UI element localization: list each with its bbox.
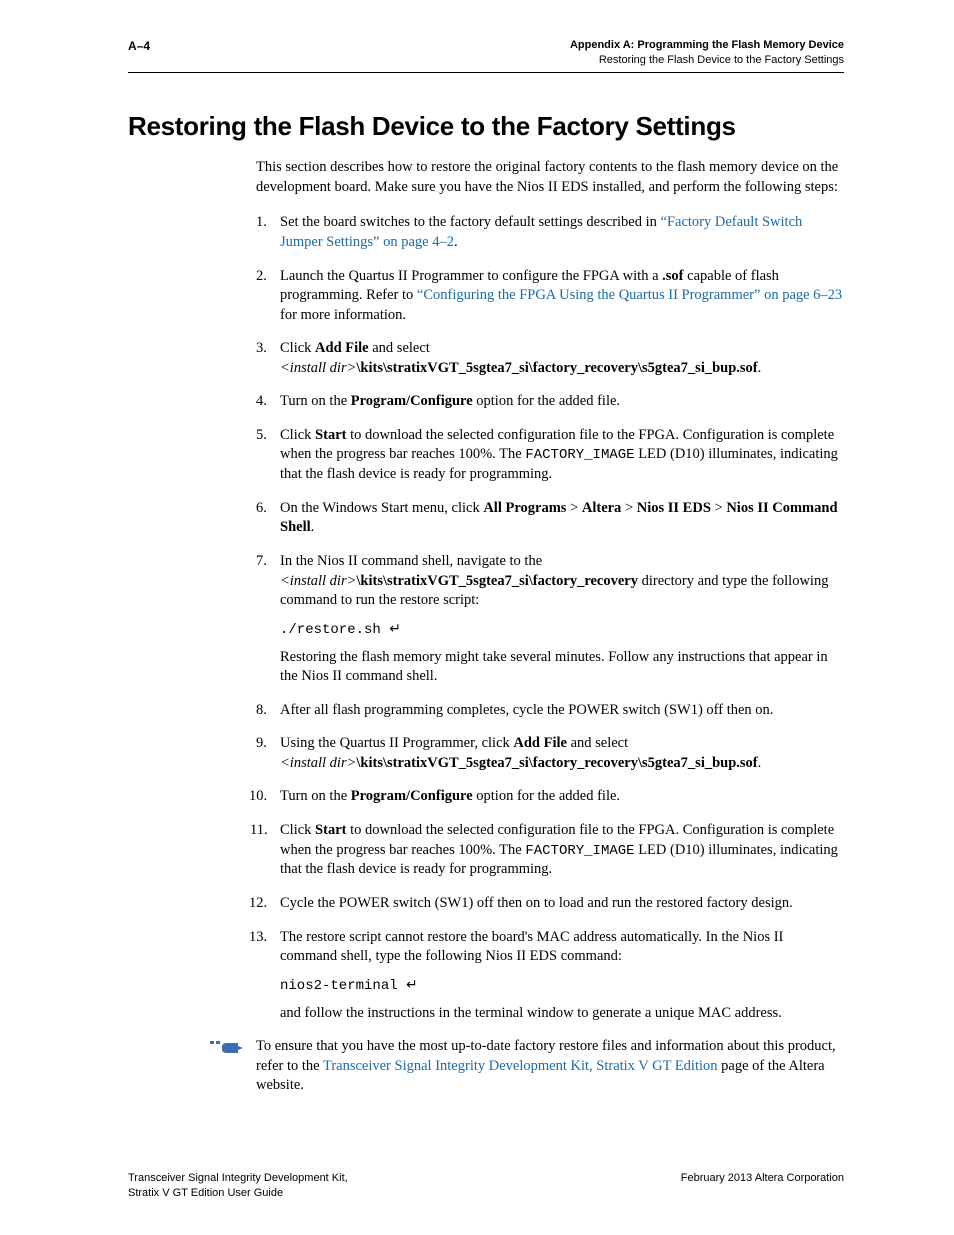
enter-icon: ↵ bbox=[406, 976, 418, 992]
footer-left: Transceiver Signal Integrity Development… bbox=[128, 1171, 348, 1201]
step-4: Turn on the Program/Configure option for… bbox=[256, 392, 844, 412]
intro-paragraph: This section describes how to restore th… bbox=[256, 158, 844, 197]
step-2: Launch the Quartus II Programmer to conf… bbox=[256, 267, 844, 326]
hand-pointer-icon bbox=[208, 1039, 246, 1057]
command-nios2: nios2-terminal ↵ bbox=[280, 975, 844, 996]
footer-right: February 2013 Altera Corporation bbox=[681, 1171, 844, 1201]
step-11: Click Start to download the selected con… bbox=[256, 821, 844, 880]
step-8: After all flash programming completes, c… bbox=[256, 701, 844, 721]
step-9: Using the Quartus II Programmer, click A… bbox=[256, 734, 844, 773]
enter-icon: ↵ bbox=[389, 620, 401, 636]
step-10: Turn on the Program/Configure option for… bbox=[256, 787, 844, 807]
page-number: A–4 bbox=[128, 38, 150, 68]
section-title: Restoring the Flash Device to the Factor… bbox=[128, 109, 844, 144]
link-dev-kit-page[interactable]: Transceiver Signal Integrity Development… bbox=[323, 1058, 718, 1074]
page-footer: Transceiver Signal Integrity Development… bbox=[128, 1171, 844, 1201]
step-12: Cycle the POWER switch (SW1) off then on… bbox=[256, 894, 844, 914]
step-7: In the Nios II command shell, navigate t… bbox=[256, 552, 844, 687]
header-appendix: Appendix A: Programming the Flash Memory… bbox=[570, 38, 844, 53]
steps-list: Set the board switches to the factory de… bbox=[256, 213, 844, 1023]
step-13: The restore script cannot restore the bo… bbox=[256, 928, 844, 1024]
command-restore: ./restore.sh ↵ bbox=[280, 619, 844, 640]
step-7-note: Restoring the flash memory might take se… bbox=[280, 648, 844, 687]
info-note: To ensure that you have the most up-to-d… bbox=[208, 1037, 844, 1096]
step-1: Set the board switches to the factory de… bbox=[256, 213, 844, 252]
header-subtitle: Restoring the Flash Device to the Factor… bbox=[570, 53, 844, 68]
step-6: On the Windows Start menu, click All Pro… bbox=[256, 499, 844, 538]
header-right: Appendix A: Programming the Flash Memory… bbox=[570, 38, 844, 68]
step-5: Click Start to download the selected con… bbox=[256, 426, 844, 485]
page-header: A–4 Appendix A: Programming the Flash Me… bbox=[128, 38, 844, 73]
link-configuring-fpga[interactable]: “Configuring the FPGA Using the Quartus … bbox=[417, 287, 842, 303]
step-3: Click Add File and select <install dir>\… bbox=[256, 339, 844, 378]
page: A–4 Appendix A: Programming the Flash Me… bbox=[0, 0, 954, 1235]
